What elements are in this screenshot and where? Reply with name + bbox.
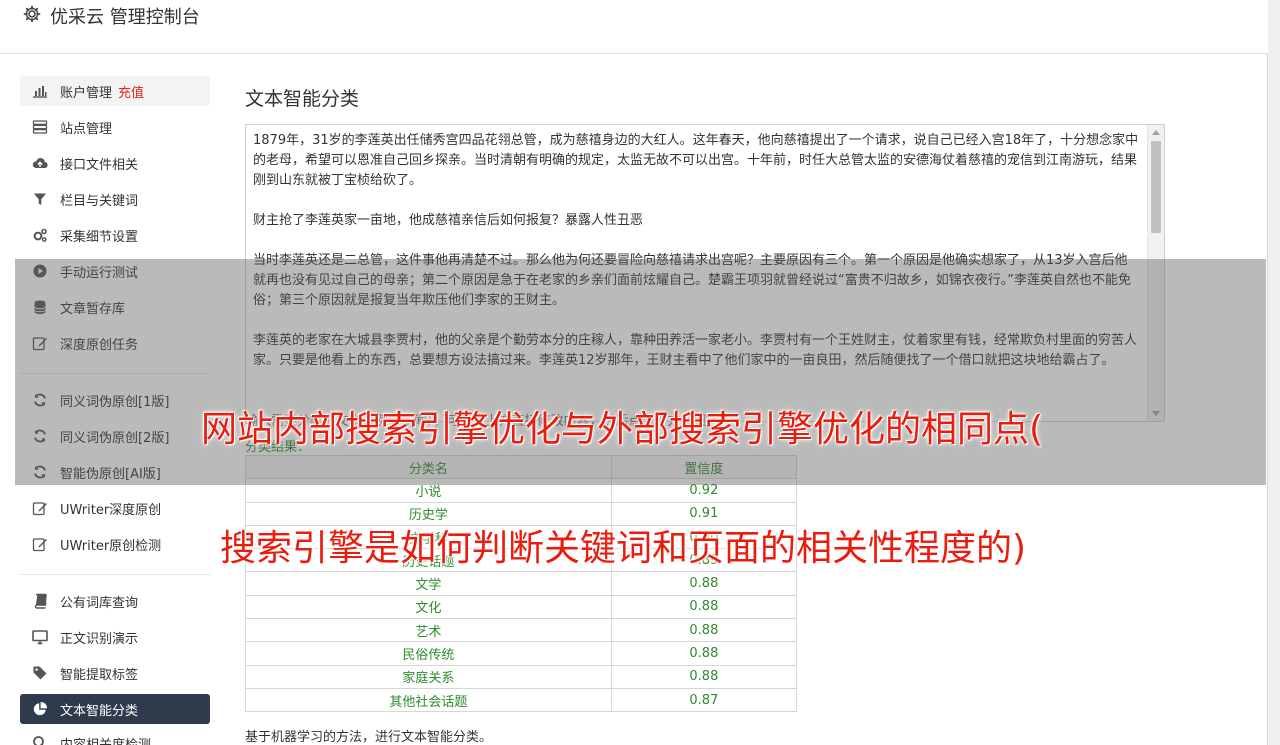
- tag-icon: [31, 664, 49, 682]
- sidebar-item-body-recognition[interactable]: 正文识别演示: [20, 622, 210, 652]
- scroll-up-arrow-icon[interactable]: [1152, 130, 1160, 135]
- app-title: 优采云 管理控制台: [50, 7, 200, 28]
- sidebar-item-label: 正文识别演示: [60, 631, 139, 647]
- sidebar-item-label: 接口文件相关: [60, 157, 139, 173]
- sidebar-item-label: 站点管理: [60, 121, 113, 137]
- table-row: 民俗传统 0.88: [245, 641, 798, 666]
- method-footnote: 基于机器学习的方法，进行文本智能分类。: [245, 730, 493, 745]
- sidebar-item-collect-settings[interactable]: 采集细节设置: [20, 220, 210, 250]
- search-icon: [31, 736, 49, 745]
- server-icon: [31, 118, 49, 136]
- top-bar: 优采云 管理控制台: [0, 0, 1268, 54]
- overlay-headline: 搜索引擎是如何判断关键词和页面的相关性程度的): [219, 528, 1027, 569]
- category-cell: 其他社会话题: [245, 687, 612, 713]
- sidebar-item-relevance-check[interactable]: 内容相关度检测: [20, 736, 210, 745]
- overlay-headline: 网站内部搜索引擎优化与外部搜索引擎优化的相同点(: [200, 409, 1044, 450]
- category-cell: 文化: [245, 594, 612, 620]
- page-title: 文本智能分类: [245, 88, 360, 110]
- sidebar-overflow: 内容相关度检测: [20, 736, 210, 745]
- sidebar-item-public-lexicon[interactable]: 公有词库查询: [20, 586, 210, 616]
- confidence-cell: 0.88: [610, 664, 798, 689]
- edit-icon: [31, 499, 49, 517]
- sidebar-item-label: 智能提取标签: [60, 667, 139, 683]
- table-row: 文学 0.88: [245, 571, 798, 596]
- sidebar-item-text-classification[interactable]: 文本智能分类: [20, 694, 210, 724]
- monitor-icon: [31, 628, 49, 646]
- table-row: 家庭关系 0.88: [245, 664, 798, 689]
- sidebar-item-label: 文本智能分类: [60, 703, 139, 719]
- sidebar-item-label: 内容相关度检测: [60, 737, 152, 745]
- category-cell: 民俗传统: [245, 641, 612, 666]
- table-row: 文化 0.88: [245, 594, 798, 620]
- category-cell: 文学: [245, 571, 612, 596]
- sidebar-item-sites[interactable]: 站点管理: [20, 112, 210, 142]
- cloud-upload-icon: [31, 154, 49, 172]
- category-cell: 艺术: [245, 618, 612, 643]
- recharge-link[interactable]: 充值: [118, 82, 144, 101]
- confidence-cell: 0.88: [610, 571, 798, 596]
- gear-icon[interactable]: [22, 4, 42, 24]
- sidebar-item-label: UWriter深度原创: [60, 502, 162, 518]
- sidebar-item-label: 账户管理: [60, 85, 113, 101]
- sidebar-item-label: 栏目与关键词: [60, 193, 139, 209]
- filter-icon: [31, 190, 49, 208]
- confidence-cell: 0.88: [610, 641, 798, 666]
- sidebar-item-label: 采集细节设置: [60, 229, 139, 245]
- category-cell: 家庭关系: [245, 664, 612, 689]
- table-row: 艺术 0.88: [245, 618, 798, 643]
- sidebar-divider: [20, 574, 210, 575]
- book-icon: [31, 592, 49, 610]
- pie-chart-icon: [31, 700, 49, 718]
- confidence-cell: 0.88: [610, 618, 798, 643]
- text-paragraph: 1879年，31岁的李莲英出任储秀宫四品花翎总管，成为慈禧身边的大红人。这年春天…: [253, 133, 1139, 188]
- confidence-cell: 0.88: [610, 594, 798, 620]
- sidebar-item-columns-keywords[interactable]: 栏目与关键词: [20, 184, 210, 214]
- confidence-cell: 0.87: [610, 687, 798, 713]
- cogs-icon: [31, 226, 49, 244]
- bar-chart-icon: [31, 82, 49, 100]
- text-paragraph: 财主抢了李莲英家一亩地，他成慈禧亲信后如何报复？暴露人性丑恶: [253, 213, 644, 228]
- sidebar-item-interface-files[interactable]: 接口文件相关: [20, 148, 210, 178]
- sidebar-item-label: 公有词库查询: [60, 595, 139, 611]
- sidebar-item-extract-tags[interactable]: 智能提取标签: [20, 658, 210, 688]
- table-row: 其他社会话题 0.87: [245, 687, 798, 713]
- sidebar-item-account[interactable]: 账户管理 充值: [20, 76, 210, 106]
- classification-result-table: 分类名 置信度 小说 0.92 历史学 0.91 文学科 0.90 历史话题 0.89 …: [245, 454, 798, 713]
- scrollbar-thumb[interactable]: [1151, 141, 1161, 233]
